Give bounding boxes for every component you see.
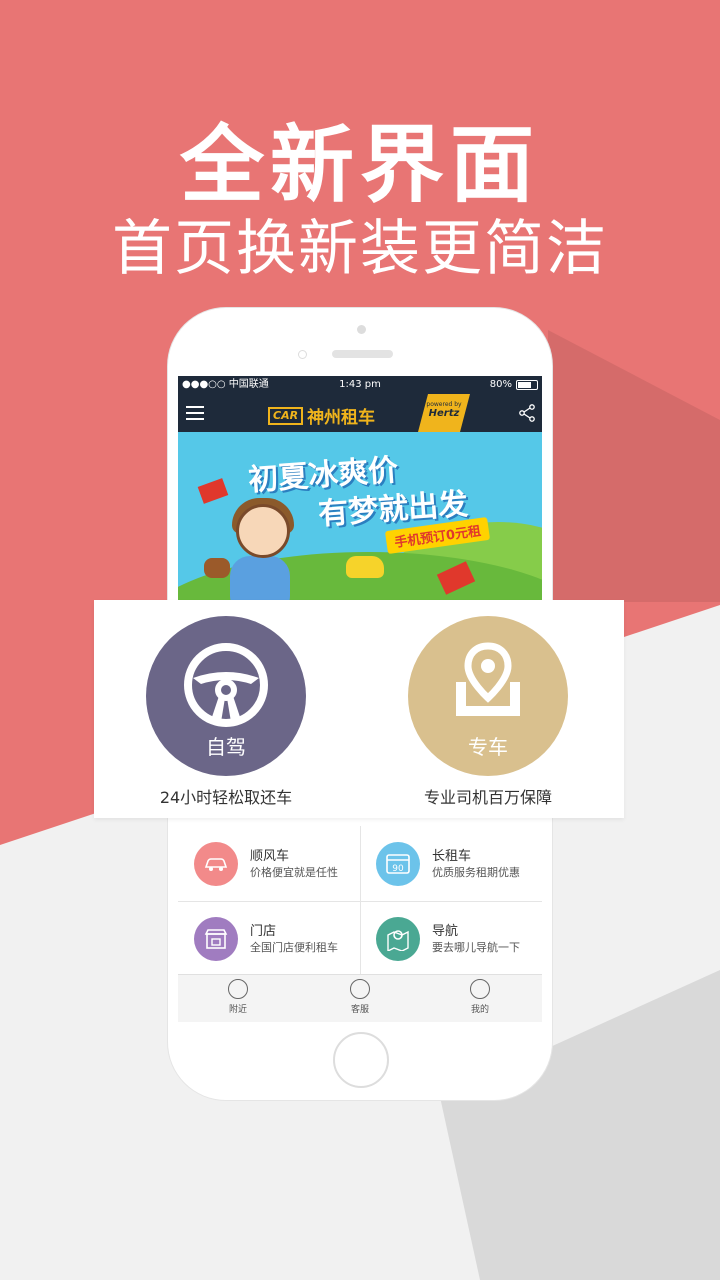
service-changzuche[interactable]: 90 长租车 优质服务租期优惠	[360, 826, 542, 901]
partner-badge: powered by Hertz	[418, 394, 470, 432]
bag-illustration	[204, 558, 230, 578]
service-title: 长租车	[432, 848, 472, 864]
tab-service[interactable]: 客服	[330, 979, 390, 1015]
location-pin-icon	[456, 642, 520, 716]
service-title: 导航	[432, 923, 459, 939]
girl-illustration-body	[230, 556, 290, 602]
car-icon	[194, 841, 238, 886]
battery-fill	[518, 382, 531, 388]
headline-subtitle: 首页换新装更简洁	[112, 214, 608, 284]
service-zijia-button[interactable]: 自驾	[146, 616, 306, 776]
service-daohang[interactable]: 导航 要去哪儿导航一下	[360, 901, 542, 976]
partner-name: Hertz	[428, 408, 460, 419]
service-zhuanche-button[interactable]: 专车	[408, 616, 568, 776]
bottom-tab-bar: 附近 客服 我的	[178, 974, 542, 1022]
primary-services-card: 自驾 24小时轻松取还车 专车 专业司机百万保障	[94, 600, 624, 818]
tab-label: 我的	[470, 1005, 489, 1015]
secondary-services-grid: 顺风车 价格便宜就是任性 90 长租车 优质服务租期优惠 门店 全国门店便利租车	[178, 826, 542, 976]
share-icon[interactable]	[518, 404, 536, 422]
map-icon	[376, 916, 420, 961]
service-mendian[interactable]: 门店 全国门店便利租车	[178, 901, 360, 976]
service-title: 门店	[250, 923, 277, 939]
battery-label: 80%	[489, 379, 512, 390]
service-title: 顺风车	[250, 848, 290, 864]
logo-text: 神州租车	[307, 408, 376, 428]
tab-label: 客服	[350, 1005, 369, 1015]
promo-banner[interactable]: 初夏冰爽价 有梦就出发 手机预订0元租	[178, 432, 542, 602]
status-bar: ●●●○○ 中国联通 1:43 pm 80%	[178, 376, 542, 394]
service-label: 专车	[468, 735, 508, 759]
phone-service-icon	[350, 979, 370, 999]
app-navbar: CAR 神州租车 powered by Hertz	[178, 394, 542, 432]
calendar-90-icon: 90	[376, 841, 420, 886]
service-caption: 专业司机百万保障	[423, 788, 552, 807]
service-subtitle: 全国门店便利租车	[250, 940, 338, 954]
time-label: 1:43 pm	[339, 379, 381, 390]
store-icon	[194, 916, 238, 961]
hamburger-menu-icon[interactable]	[186, 406, 204, 420]
steering-wheel-icon	[184, 643, 268, 727]
phone-sensor	[298, 350, 307, 359]
profile-icon	[470, 979, 490, 999]
partner-small-text: powered by	[426, 401, 462, 408]
phone-camera	[357, 325, 366, 334]
service-label: 自驾	[206, 735, 246, 759]
grid-divider	[178, 901, 542, 902]
girl-illustration-head	[236, 504, 290, 558]
envelope-icon	[197, 478, 229, 504]
service-shunfengche[interactable]: 顺风车 价格便宜就是任性	[178, 826, 360, 901]
tab-label: 附近	[228, 1005, 247, 1015]
service-subtitle: 要去哪儿导航一下	[432, 940, 520, 954]
calendar-badge: 90	[392, 864, 404, 874]
battery-area: 80%	[490, 376, 538, 394]
phone-home-button[interactable]	[333, 1032, 389, 1088]
service-subtitle: 价格便宜就是任性	[250, 865, 338, 879]
service-caption: 24小时轻松取还车	[159, 788, 293, 807]
tab-profile[interactable]: 我的	[450, 979, 510, 1015]
service-subtitle: 优质服务租期优惠	[432, 865, 520, 879]
battery-icon	[516, 380, 538, 390]
tab-nearby[interactable]: 附近	[208, 979, 268, 1015]
logo-mark: CAR	[268, 406, 304, 425]
phone-speaker	[332, 350, 393, 358]
car-illustration	[346, 556, 384, 578]
nearby-icon	[228, 979, 248, 999]
app-logo: CAR 神州租车	[268, 403, 375, 428]
